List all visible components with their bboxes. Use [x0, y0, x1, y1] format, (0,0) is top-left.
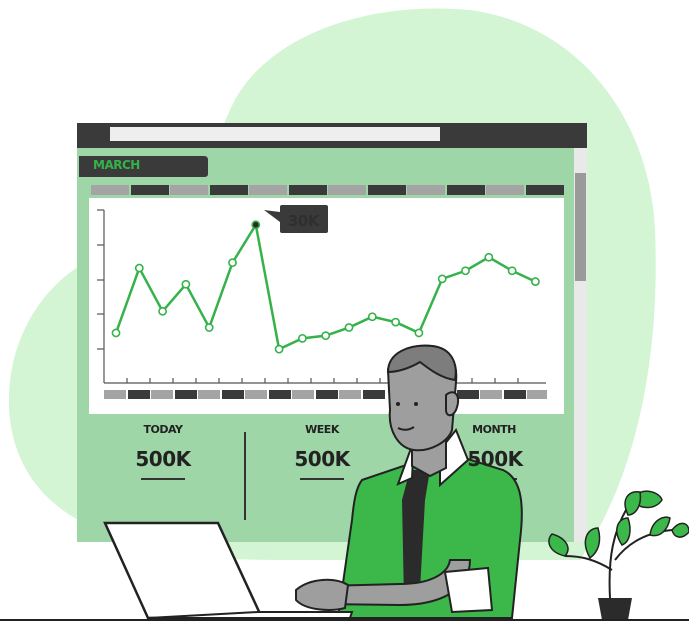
chart-data-point — [134, 263, 144, 273]
illustration: MARCH 30K TODAY 500K WEEK 500K MONTH 500… — [0, 0, 689, 624]
eye-right — [414, 402, 418, 406]
chart-data-point — [274, 344, 284, 354]
chart-data-point — [321, 331, 331, 341]
month-tab-label[interactable]: MARCH — [93, 158, 140, 172]
stat-week-value: 500K — [294, 447, 350, 471]
chart-data-point — [437, 274, 447, 284]
plant-pot — [598, 598, 632, 620]
chart-data-point — [461, 266, 470, 276]
stat-today-label: TODAY — [143, 423, 183, 436]
hand — [295, 578, 350, 611]
chart-data-point — [484, 252, 494, 262]
stat-week-label: WEEK — [305, 423, 339, 436]
chart-data-point — [367, 312, 377, 322]
stat-month-value: 500K — [467, 447, 523, 471]
chart-data-point — [297, 333, 307, 343]
scrollbar-thumb[interactable] — [575, 173, 586, 281]
eye-left — [396, 402, 400, 406]
bottom-segment-bar — [104, 390, 547, 399]
address-bar[interactable] — [110, 127, 440, 141]
sleeve-cuff — [443, 566, 494, 614]
chart-data-point — [344, 323, 354, 332]
stat-today-value: 500K — [135, 447, 191, 471]
chart-data-point — [531, 277, 540, 286]
chart-peak-point — [251, 220, 261, 230]
tooltip-value: 30K — [288, 212, 320, 230]
chart-data-point — [228, 258, 237, 268]
stat-month-label: MONTH — [472, 423, 516, 436]
chart-data-point — [204, 323, 214, 332]
chart-data-point — [111, 328, 121, 338]
chart-data-point — [391, 317, 400, 327]
chart-data-point — [414, 328, 424, 338]
illustration-svg — [0, 8, 689, 621]
chart-data-point — [158, 306, 167, 316]
chart-data-point — [181, 279, 191, 289]
chart-data-point — [507, 266, 517, 276]
